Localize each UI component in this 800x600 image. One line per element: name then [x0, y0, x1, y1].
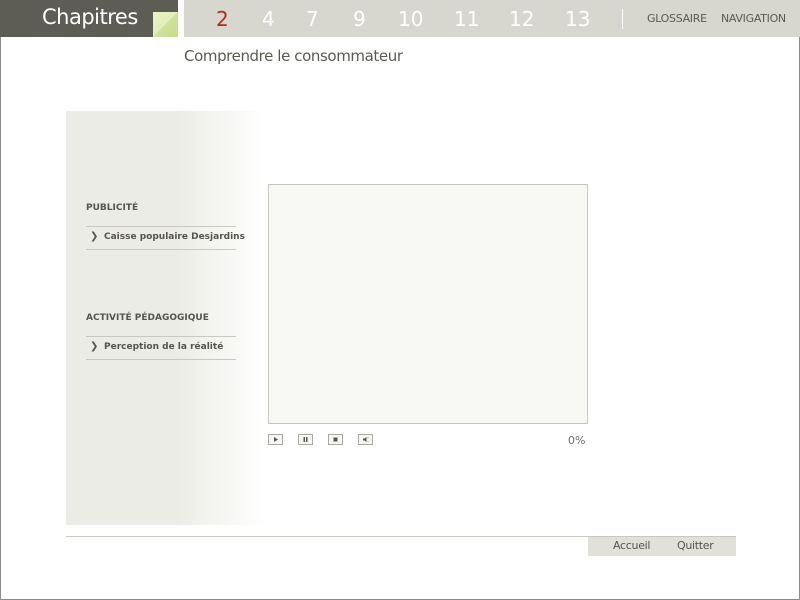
stop-icon [333, 437, 338, 442]
chapter-7[interactable]: 7 [306, 7, 319, 31]
chevron-right-icon: ❯ [90, 231, 99, 242]
volume-button[interactable] [358, 434, 373, 445]
glossaire-link[interactable]: GLOSSAIRE [647, 12, 707, 25]
section-title-publicite: PUBLICITÉ [86, 203, 139, 213]
navigation-link[interactable]: NAVIGATION [721, 12, 786, 25]
stop-button[interactable] [328, 434, 343, 445]
link-label: Perception de la réalité [104, 342, 224, 352]
chevron-right-icon: ❯ [90, 341, 99, 352]
section-title-activite: ACTIVITÉ PÉDAGOGIQUE [86, 313, 209, 323]
pause-button[interactable] [298, 434, 313, 445]
play-button[interactable] [268, 434, 283, 445]
chapter-nav-strip [184, 0, 800, 37]
nav-divider [622, 9, 623, 29]
chapter-9[interactable]: 9 [353, 7, 366, 31]
page-title: Comprendre le consommateur [184, 47, 403, 65]
progress-percent: 0% [568, 434, 586, 447]
chapter-11[interactable]: 11 [454, 7, 479, 31]
corner-fill [153, 0, 178, 12]
chapter-13[interactable]: 13 [565, 7, 590, 31]
link-perception-realite[interactable]: ❯ Perception de la réalité [86, 336, 236, 360]
chapter-10[interactable]: 10 [398, 7, 423, 31]
accueil-link[interactable]: Accueil [613, 539, 650, 552]
chapitres-label: Chapitres [42, 5, 138, 29]
link-label: Caisse populaire Desjardins [104, 232, 245, 242]
corner-decoration [153, 12, 178, 37]
chapter-4[interactable]: 4 [262, 7, 275, 31]
play-icon [274, 437, 278, 442]
chapter-12[interactable]: 12 [509, 7, 534, 31]
video-player[interactable] [268, 184, 588, 424]
top-bar: Chapitres 2 4 7 9 10 11 12 13 GLOSSAIRE … [0, 0, 800, 37]
chapter-2[interactable]: 2 [216, 7, 229, 31]
pause-icon [303, 437, 308, 442]
link-caisse-populaire[interactable]: ❯ Caisse populaire Desjardins [86, 226, 245, 250]
quitter-link[interactable]: Quitter [677, 539, 714, 552]
volume-icon [363, 437, 369, 442]
